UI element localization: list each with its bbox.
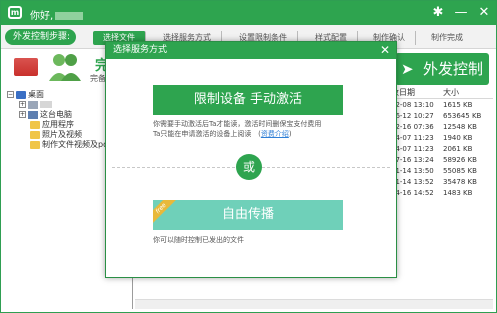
or-badge: 或 bbox=[236, 154, 262, 180]
dialog-title: 选择服务方式 bbox=[113, 45, 168, 55]
pricing-link[interactable]: 资费介绍 bbox=[261, 130, 289, 138]
free-tag: free bbox=[153, 200, 177, 225]
dialog-title-bar: 选择服务方式 ✕ bbox=[106, 42, 396, 59]
restrict-desc-line2: Ta只能在申请激活的设备上阅读 bbox=[153, 130, 252, 138]
restrict-desc-line2-wrap: Ta只能在申请激活的设备上阅读 (资费介绍) bbox=[153, 130, 292, 138]
restrict-desc-line1: 你需要手动激活后Ta才能读，激活时间删保宝支付费用 bbox=[153, 120, 322, 128]
dialog-close-icon[interactable]: ✕ bbox=[378, 43, 392, 57]
free-spread-label: 自由传播 bbox=[221, 207, 274, 222]
restrict-device-description: 你需要手动激活后Ta才能读，激活时间删保宝支付费用 Ta只能在申请激活的设备上阅… bbox=[153, 119, 353, 139]
service-mode-dialog: 选择服务方式 ✕ 限制设备 手动激活 你需要手动激活后Ta才能读，激活时间删保宝… bbox=[105, 41, 397, 278]
modal-overlay: 选择服务方式 ✕ 限制设备 手动激活 你需要手动激活后Ta才能读，激活时间删保宝… bbox=[0, 0, 497, 313]
restrict-device-button[interactable]: 限制设备 手动激活 bbox=[153, 85, 343, 115]
free-spread-description: 你可以随时控制已发出的文件 bbox=[153, 236, 244, 244]
free-spread-button[interactable]: free 自由传播 bbox=[153, 200, 343, 230]
